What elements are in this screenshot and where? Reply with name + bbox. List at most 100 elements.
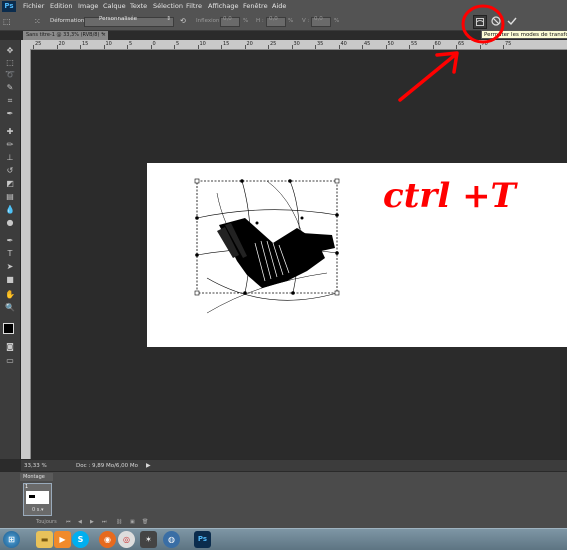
- h-value: 0,0: [269, 16, 278, 22]
- eyedropper-tool-icon[interactable]: ✒: [4, 109, 16, 118]
- first-frame-icon[interactable]: ⏮: [66, 518, 71, 527]
- ruler-label: 25: [35, 41, 42, 47]
- media-player-icon[interactable]: ▶: [54, 531, 71, 548]
- ruler-label: 35: [317, 41, 324, 47]
- photoshop-logo[interactable]: Ps: [2, 1, 16, 12]
- start-orb-icon[interactable]: ⊞: [3, 531, 20, 548]
- pen-tool-icon[interactable]: ✒: [4, 236, 16, 245]
- gradient-tool-icon[interactable]: ▤: [4, 192, 16, 201]
- menu-fichier[interactable]: Fichier: [23, 0, 44, 13]
- windows-taskbar: ⊞ ▬ ▶ S ◉ ◎ ✶ ◍ Ps: [0, 528, 567, 550]
- quick-mask-icon[interactable]: ◙: [4, 342, 16, 351]
- lasso-tool-icon[interactable]: ➰: [4, 70, 16, 79]
- duplicate-frame-icon[interactable]: ▣: [130, 518, 135, 527]
- quick-selection-tool-icon[interactable]: ✎: [4, 83, 16, 92]
- prev-frame-icon[interactable]: ◀: [78, 518, 82, 527]
- explorer-folder-icon[interactable]: ▬: [36, 531, 53, 548]
- loop-select[interactable]: Toujours: [36, 518, 57, 527]
- foreground-color-swatch[interactable]: [3, 323, 14, 334]
- document-tab[interactable]: Sans titre-1 @ 33,3% (RVB/8) * ×: [23, 31, 108, 40]
- ruler-label: 20: [58, 41, 65, 47]
- animation-frame[interactable]: 1 0 s.▾: [23, 483, 52, 516]
- timeline-panel: Montage 1 0 s.▾ Toujours ⏮ ◀ ▶ ⏭ ⛓ ▣ 🗑: [0, 471, 567, 529]
- trash-icon[interactable]: 🗑: [142, 518, 148, 527]
- tab-montage[interactable]: Montage: [20, 473, 53, 481]
- tween-icon[interactable]: ⛓: [116, 518, 122, 527]
- crop-tool-icon[interactable]: ⌗: [4, 96, 16, 105]
- menu-calque[interactable]: Calque: [103, 0, 126, 13]
- deformation-select[interactable]: Personnalisée ⇕: [84, 16, 174, 27]
- h-percent: %: [288, 18, 294, 24]
- ruler-label: 10: [199, 41, 206, 47]
- eraser-tool-icon[interactable]: ◩: [4, 179, 16, 188]
- ruler-tick: [315, 45, 316, 49]
- menu-edition[interactable]: Edition: [50, 0, 73, 13]
- ruler-tick: [103, 45, 105, 49]
- menu-filtre[interactable]: Filtre: [186, 0, 202, 13]
- menu-image[interactable]: Image: [78, 0, 98, 13]
- ruler-tick: [338, 45, 340, 49]
- frame-number: 1: [25, 484, 29, 490]
- deformation-value: Personnalisée: [99, 16, 138, 22]
- menu-affichage[interactable]: Affichage: [208, 0, 239, 13]
- tool-preset-icon[interactable]: ⬚: [3, 16, 17, 27]
- menu-texte[interactable]: Texte: [130, 0, 147, 13]
- blur-tool-icon[interactable]: 💧: [4, 205, 16, 214]
- annotation-ctrl-t: ctrl +T: [383, 176, 516, 216]
- chrome-icon[interactable]: ◎: [118, 531, 135, 548]
- brush-tool-icon[interactable]: ✏: [4, 140, 16, 149]
- annotation-arrow-shaft: [398, 53, 457, 102]
- next-frame-icon[interactable]: ⏭: [102, 518, 107, 527]
- ruler-label: 30: [293, 41, 300, 47]
- firefox-icon[interactable]: ◉: [99, 531, 116, 548]
- marquee-tool-icon[interactable]: ⬚: [4, 58, 16, 67]
- healing-brush-tool-icon[interactable]: ✚: [4, 127, 16, 136]
- ruler-label: 10: [105, 41, 112, 47]
- ruler-label: 5: [176, 41, 180, 47]
- app-icon[interactable]: ✶: [140, 531, 157, 548]
- ruler-label: 15: [223, 41, 230, 47]
- ruler-label: 5: [129, 41, 133, 47]
- ruler-tick: [56, 45, 58, 49]
- close-icon[interactable]: ×: [102, 31, 106, 40]
- document-tab-title: Sans titre-1 @ 33,3% (RVB/8) *: [26, 32, 104, 38]
- ruler-tick: [197, 45, 199, 49]
- ruler-tick: [150, 45, 152, 49]
- menu-selection[interactable]: Sélection: [153, 0, 183, 13]
- tools-panel: ✥ ⬚ ➰ ✎ ⌗ ✒ ✚ ✏ ⊥ ↺ ◩ ▤ 💧 ● ✒ T ➤ ■ ✋ 🔍 …: [0, 40, 21, 459]
- ruler-label: 15: [82, 41, 89, 47]
- ruler-tick: [174, 45, 175, 49]
- orientation-icon[interactable]: ⟲: [180, 16, 186, 27]
- skype-icon[interactable]: S: [72, 531, 89, 548]
- screen-mode-icon[interactable]: ▭: [4, 356, 16, 365]
- hand-tool-icon[interactable]: ✋: [4, 290, 16, 299]
- inflexion-field[interactable]: 0,0: [220, 16, 240, 27]
- play-icon[interactable]: ▶: [90, 518, 94, 527]
- v-field[interactable]: 0,0: [311, 16, 331, 27]
- zoom-tool-icon[interactable]: 🔍: [4, 303, 16, 312]
- photoshop-icon[interactable]: Ps: [194, 531, 211, 548]
- chevron-down-icon: ⇕: [166, 16, 171, 22]
- frame-duration[interactable]: 0 s.▾: [32, 507, 43, 513]
- ruler-label: 45: [364, 41, 371, 47]
- h-label: H :: [256, 18, 264, 24]
- clone-stamp-tool-icon[interactable]: ⊥: [4, 153, 16, 162]
- ruler-label: 40: [340, 41, 347, 47]
- move-tool-icon[interactable]: ✥: [4, 46, 16, 55]
- reference-point-icon[interactable]: ⁙: [34, 16, 44, 27]
- history-brush-tool-icon[interactable]: ↺: [4, 166, 16, 175]
- shape-tool-icon[interactable]: ■: [4, 275, 16, 284]
- ruler-label: 25: [270, 41, 277, 47]
- ruler-tick: [244, 45, 246, 49]
- inflexion-percent: %: [243, 18, 249, 24]
- menu-aide[interactable]: Aide: [272, 0, 286, 13]
- ruler-tick: [362, 45, 363, 49]
- menu-fenetre[interactable]: Fenêtre: [243, 0, 268, 13]
- ruler-tick: [127, 45, 128, 49]
- network-icon[interactable]: ◍: [163, 531, 180, 548]
- dodge-tool-icon[interactable]: ●: [4, 218, 16, 227]
- h-field[interactable]: 0,0: [266, 16, 286, 27]
- path-selection-tool-icon[interactable]: ➤: [4, 262, 16, 271]
- ruler-tick: [80, 45, 81, 49]
- type-tool-icon[interactable]: T: [4, 249, 16, 258]
